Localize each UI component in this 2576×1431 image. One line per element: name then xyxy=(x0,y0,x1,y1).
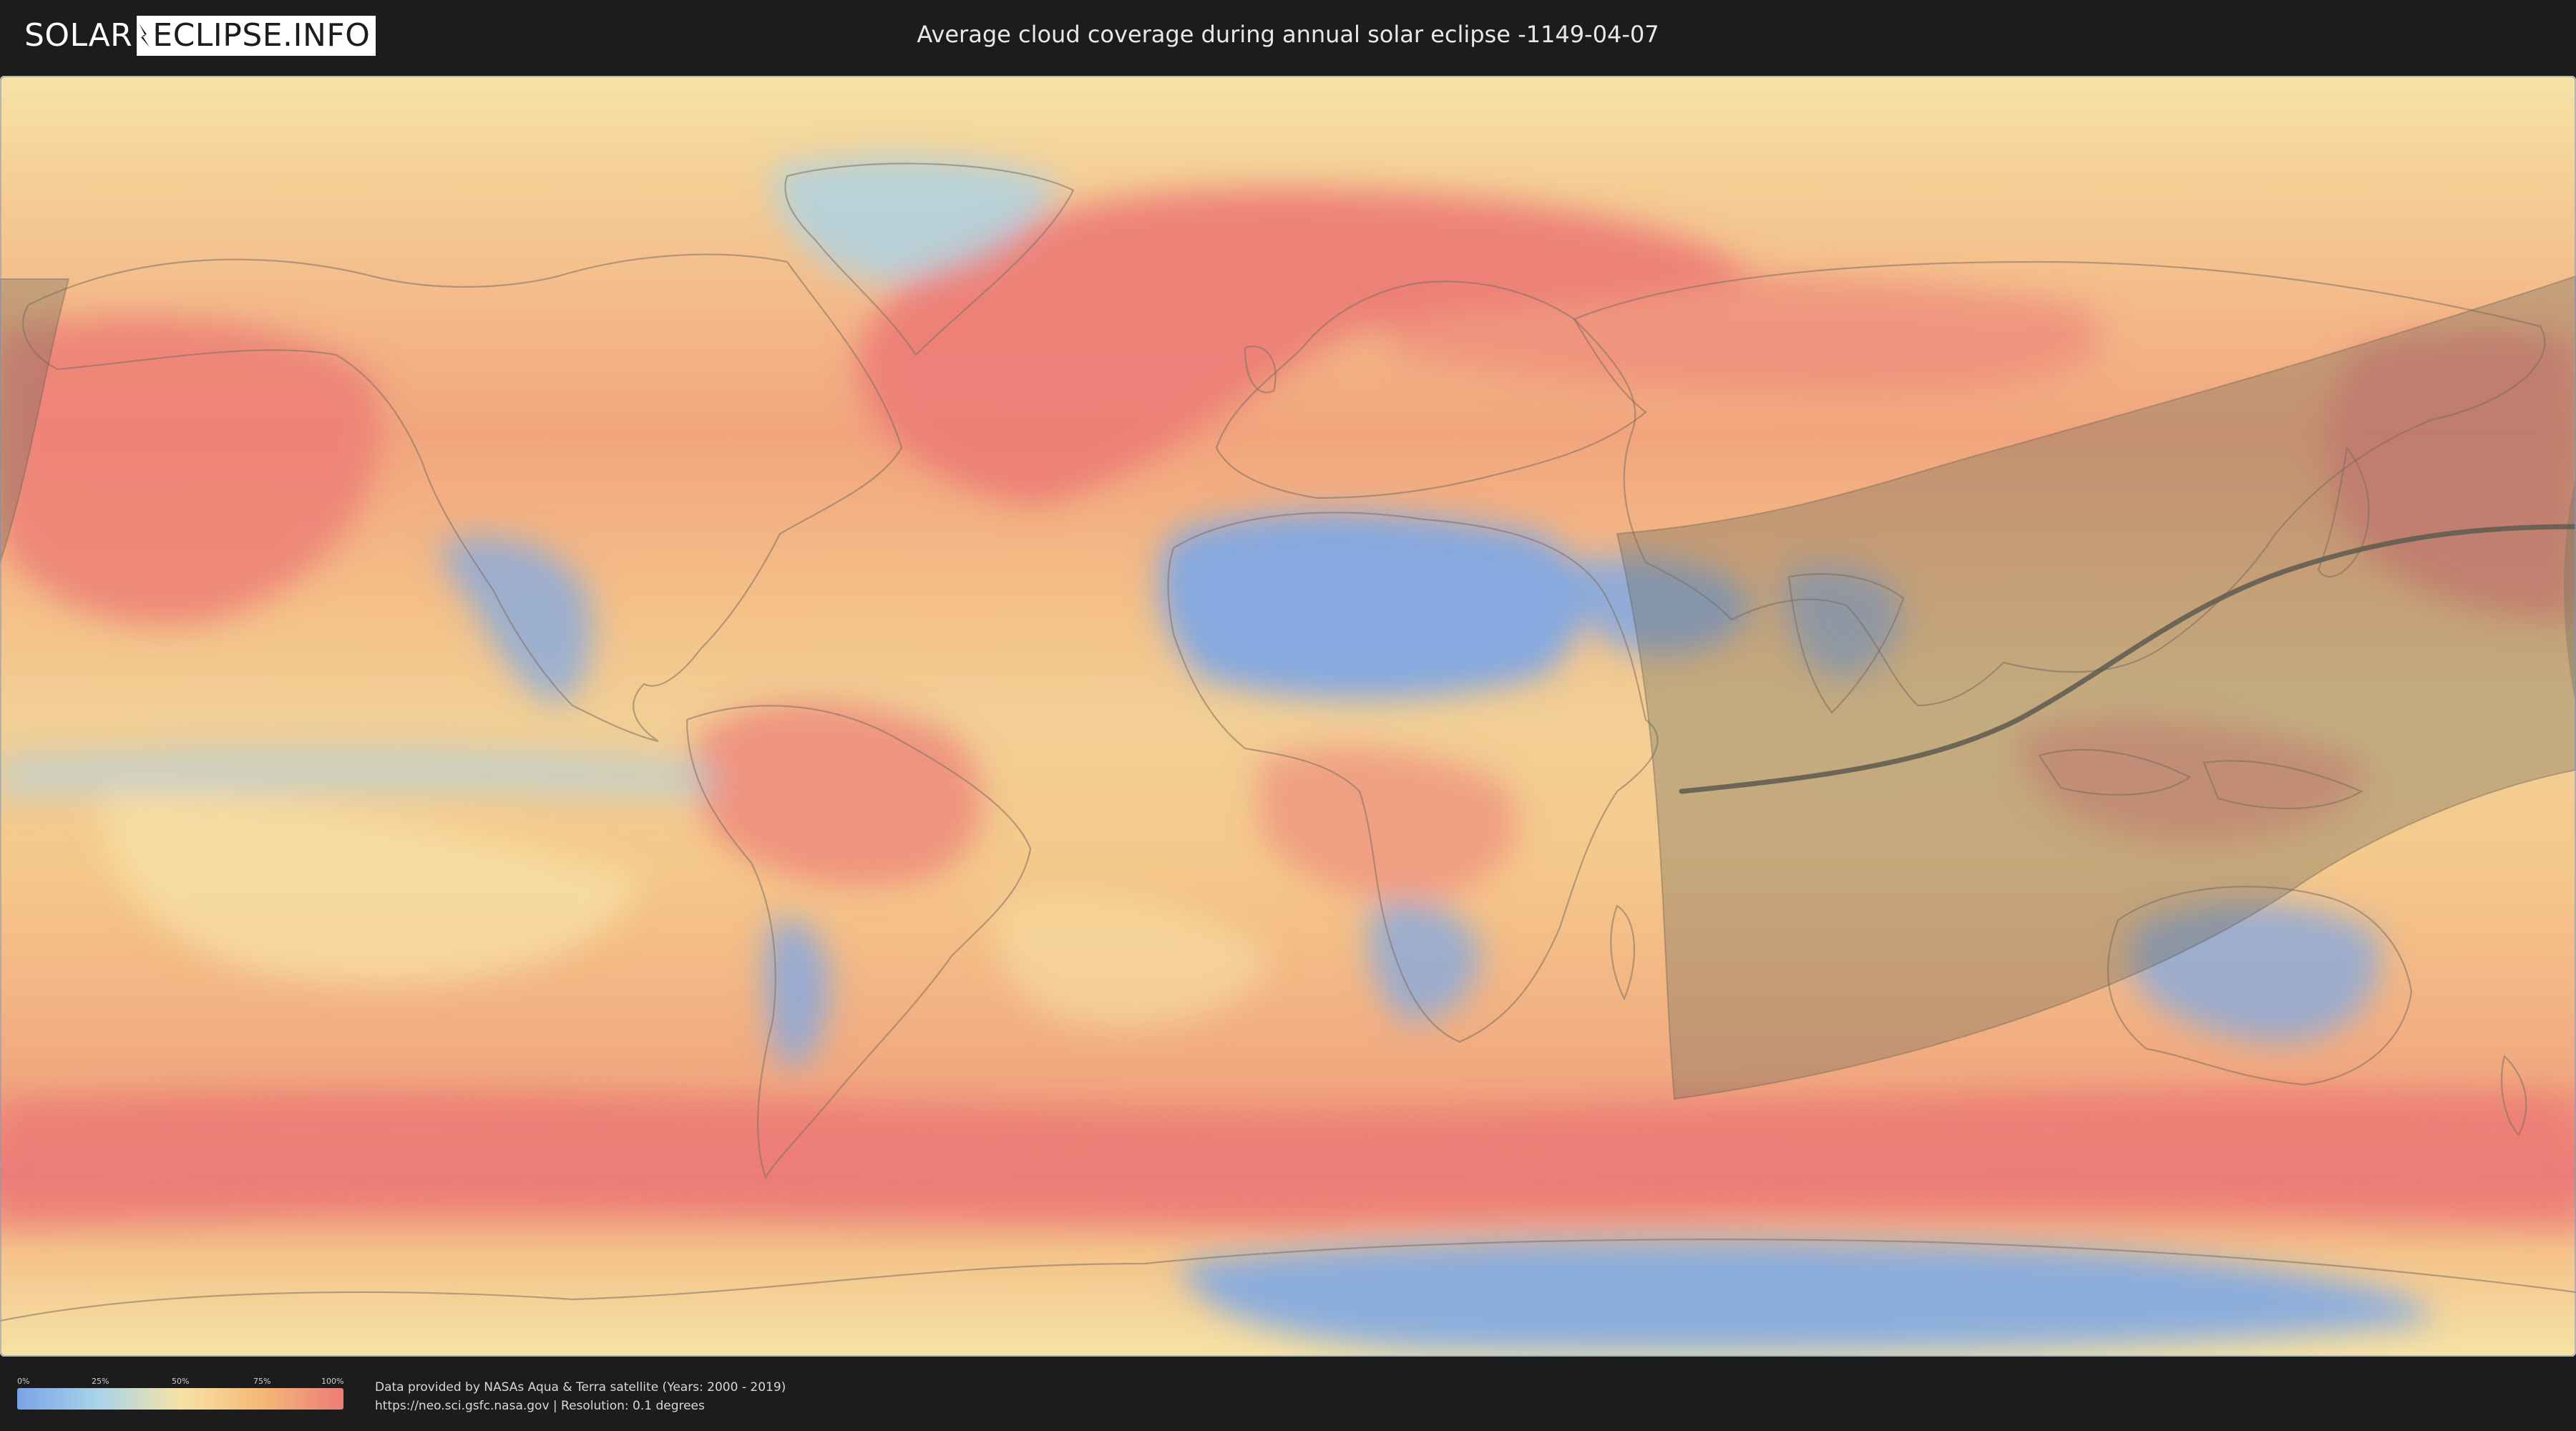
legend-tick-75: 75% xyxy=(253,1377,271,1386)
credits-source: Data provided by NASAs Aqua & Terra sate… xyxy=(375,1380,786,1395)
legend-tick-50: 50% xyxy=(172,1377,190,1386)
legend-tick-row: 0% 25% 50% 75% 100% xyxy=(17,1375,343,1388)
map-svg xyxy=(0,76,2576,1357)
page-title: Average cloud coverage during annual sol… xyxy=(917,21,1659,48)
sahara-clear xyxy=(1158,512,1585,698)
cloud-coverage-legend: 0% 25% 50% 75% 100% xyxy=(17,1375,343,1415)
legend-tick-0: 0% xyxy=(17,1377,30,1386)
cloud-coverage-map[interactable] xyxy=(0,76,2576,1357)
legend-tick-25: 25% xyxy=(92,1377,109,1386)
data-credits: Data provided by NASAs Aqua & Terra sate… xyxy=(375,1378,786,1415)
header-bar: SOLAR ECLIPSE.INFO Average cloud coverag… xyxy=(0,0,2576,72)
app-root: SOLAR ECLIPSE.INFO Average cloud coverag… xyxy=(0,0,2576,1431)
legend-color-bar xyxy=(17,1388,343,1410)
credits-url[interactable]: https://neo.sci.gsfc.nasa.gov | Resoluti… xyxy=(375,1397,786,1415)
legend-tick-100: 100% xyxy=(321,1377,344,1386)
